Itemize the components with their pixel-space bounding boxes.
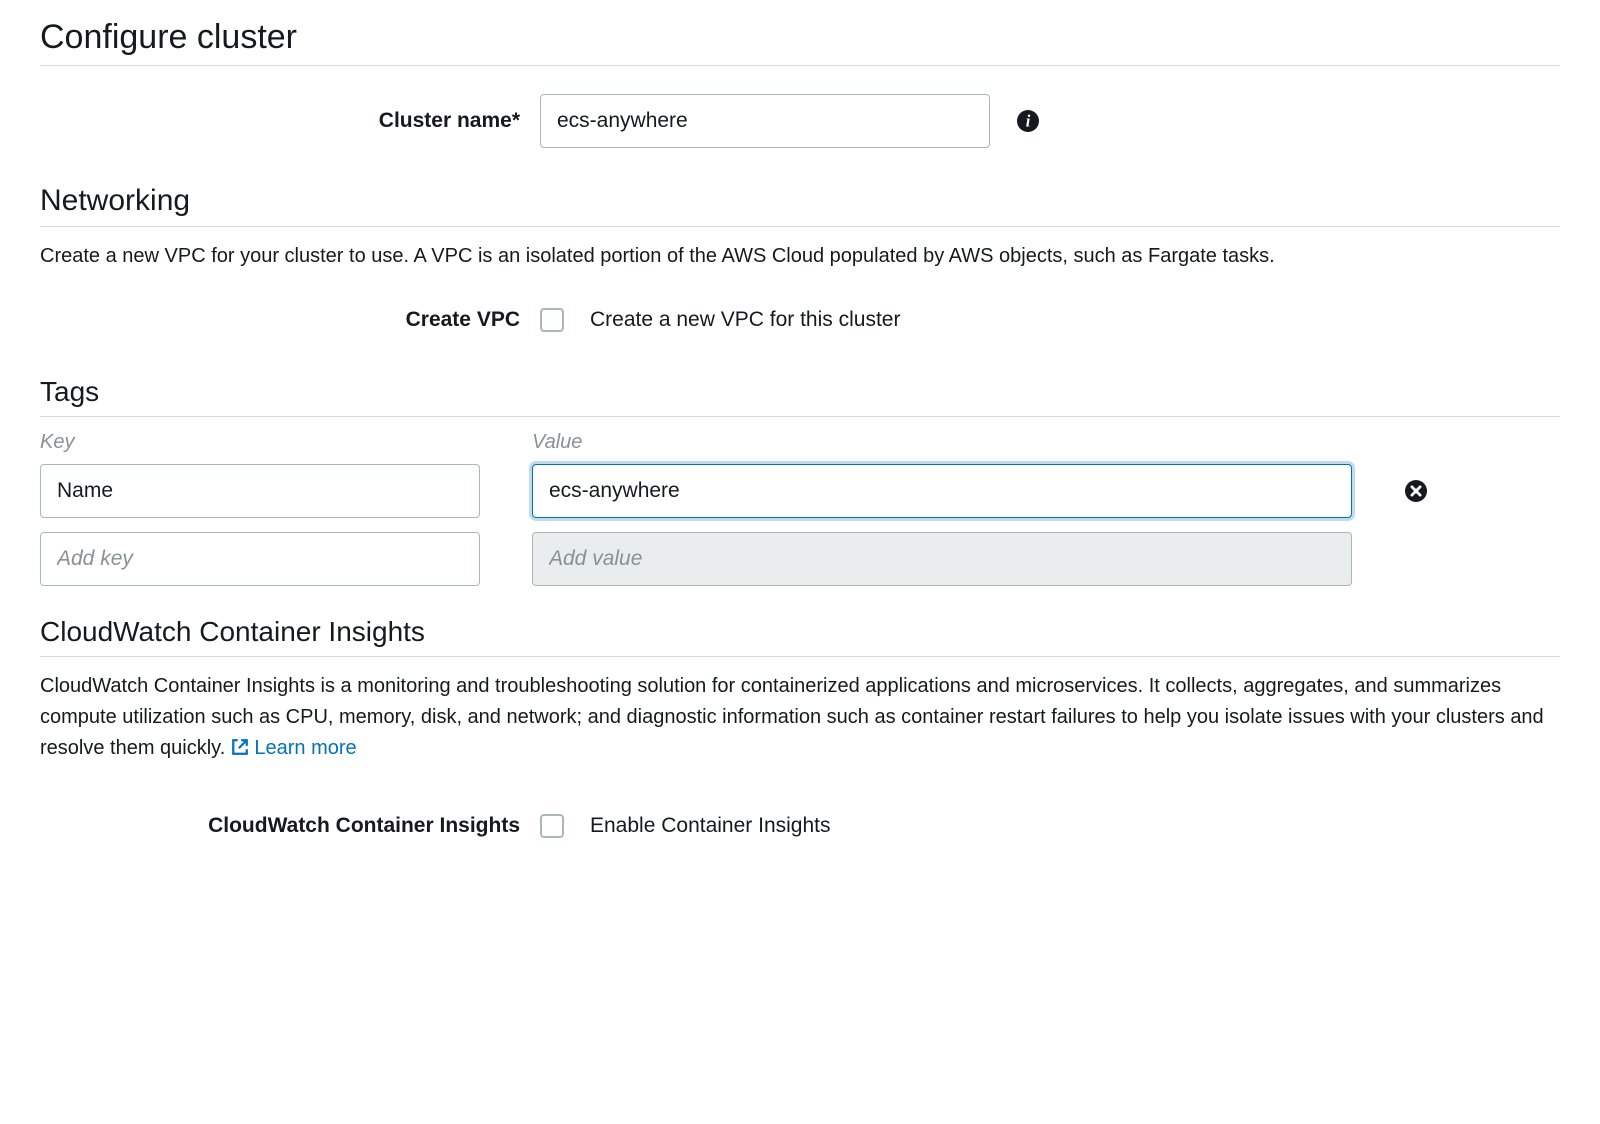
info-icon[interactable]: i: [1016, 109, 1040, 133]
svg-text:i: i: [1026, 112, 1031, 131]
tag-value-input[interactable]: [532, 464, 1352, 518]
insights-description: CloudWatch Container Insights is a monit…: [40, 671, 1560, 764]
tags-headers: Key Value: [40, 431, 1560, 454]
cluster-name-input[interactable]: [540, 94, 990, 148]
tag-add-key-input[interactable]: [40, 532, 480, 586]
enable-insights-checkbox-label: Enable Container Insights: [590, 814, 831, 838]
tags-value-header: Value: [532, 431, 582, 454]
create-vpc-label: Create VPC: [40, 308, 540, 332]
cluster-name-label: Cluster name*: [40, 109, 540, 133]
divider: [40, 65, 1560, 66]
tag-row-new: [40, 532, 1560, 586]
insights-section: CloudWatch Container Insights CloudWatch…: [40, 616, 1560, 838]
tag-key-input[interactable]: [40, 464, 480, 518]
tag-row: [40, 464, 1560, 518]
insights-heading: CloudWatch Container Insights: [40, 616, 1560, 648]
tag-add-value-input: [532, 532, 1352, 586]
configure-cluster-heading: Configure cluster: [40, 18, 1560, 57]
cluster-name-row: Cluster name* i: [40, 94, 1560, 148]
learn-more-link[interactable]: Learn more: [254, 737, 356, 759]
external-link-icon: [231, 738, 249, 756]
tags-key-header: Key: [40, 431, 480, 454]
divider: [40, 226, 1560, 227]
create-vpc-checkbox-label: Create a new VPC for this cluster: [590, 308, 900, 332]
create-vpc-checkbox[interactable]: [540, 308, 564, 332]
divider: [40, 416, 1560, 417]
divider: [40, 656, 1560, 657]
tags-heading: Tags: [40, 376, 1560, 408]
tags-table: Key Value: [40, 431, 1560, 586]
remove-tag-icon[interactable]: [1404, 479, 1428, 503]
insights-label: CloudWatch Container Insights: [40, 814, 540, 838]
insights-checkbox-row: CloudWatch Container Insights Enable Con…: [40, 814, 1560, 838]
create-vpc-row: Create VPC Create a new VPC for this clu…: [40, 308, 1560, 332]
networking-heading: Networking: [40, 184, 1560, 218]
page-root: Configure cluster Cluster name* i Networ…: [0, 0, 1600, 1124]
enable-insights-checkbox[interactable]: [540, 814, 564, 838]
networking-description: Create a new VPC for your cluster to use…: [40, 241, 1560, 272]
